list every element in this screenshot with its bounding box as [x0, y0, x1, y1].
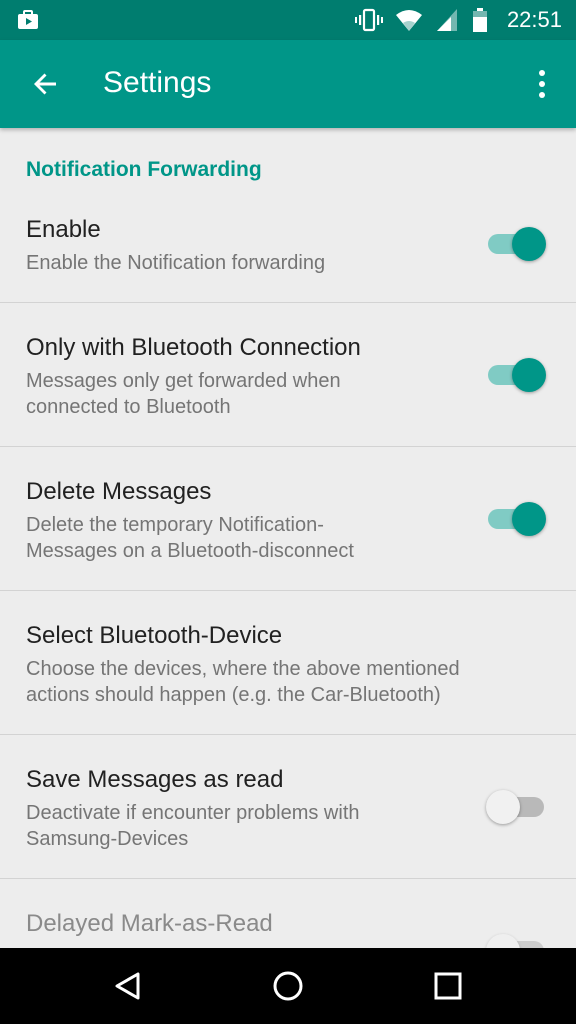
pref-select-device[interactable]: Select Bluetooth-Device Choose the devic…: [0, 591, 576, 735]
pref-save-as-read[interactable]: Save Messages as read Deactivate if enco…: [0, 735, 576, 879]
status-bar: 22:51: [0, 0, 576, 40]
section-header: Notification Forwarding: [26, 158, 262, 181]
switch-thumb: [486, 934, 520, 948]
pref-title: Only with Bluetooth Connection: [26, 334, 361, 361]
vibrate-icon: [354, 8, 383, 32]
pref-title: Select Bluetooth-Device: [26, 622, 283, 649]
pref-delete-messages[interactable]: Delete Messages Delete the temporary Not…: [0, 447, 576, 591]
notification-app-icon: [18, 10, 38, 29]
pref-summary: Delete the temporary Notification-Messag…: [26, 514, 354, 562]
enable-switch[interactable]: [486, 224, 546, 264]
pref-bluetooth-only[interactable]: Only with Bluetooth Connection Messages …: [0, 303, 576, 447]
switch-thumb: [486, 790, 520, 824]
pref-title: Delete Messages: [26, 478, 212, 505]
app-bar: Settings: [0, 40, 576, 128]
battery-icon: [472, 8, 487, 32]
status-time: 22:51: [506, 7, 562, 32]
switch-thumb: [512, 227, 546, 261]
recents-square-icon[interactable]: [430, 968, 466, 1004]
pref-title: Enable: [26, 216, 101, 243]
cell-signal-icon: [436, 9, 457, 31]
arrow-back-icon[interactable]: [30, 68, 62, 100]
delayed-mark-switch: [486, 931, 546, 948]
status-icons: 22:51: [354, 6, 562, 34]
pref-summary: Messages only get forwarded when connect…: [26, 370, 341, 418]
pref-title: Delayed Mark-as-Read: [26, 910, 273, 937]
pref-summary: Enable the Notification forwarding: [26, 252, 326, 274]
home-circle-icon[interactable]: [270, 968, 306, 1004]
pref-delayed-mark-as-read: Delayed Mark-as-Read: [0, 879, 576, 948]
wifi-icon: [395, 10, 422, 31]
pref-summary: Deactivate if encounter problems with Sa…: [26, 802, 360, 850]
pref-enable[interactable]: Enable Enable the Notification forwardin…: [0, 198, 576, 303]
pref-summary: Choose the devices, where the above ment…: [26, 658, 460, 706]
navigation-bar: [0, 948, 576, 1024]
page-title: Settings: [103, 66, 212, 99]
settings-list: Notification Forwarding Enable Enable th…: [0, 128, 576, 948]
switch-thumb: [512, 502, 546, 536]
bluetooth-only-switch[interactable]: [486, 355, 546, 395]
switch-thumb: [512, 358, 546, 392]
more-vert-icon[interactable]: [534, 68, 550, 100]
back-triangle-icon[interactable]: [110, 968, 146, 1004]
pref-title: Save Messages as read: [26, 766, 284, 793]
save-as-read-switch[interactable]: [486, 787, 546, 827]
delete-messages-switch[interactable]: [486, 499, 546, 539]
